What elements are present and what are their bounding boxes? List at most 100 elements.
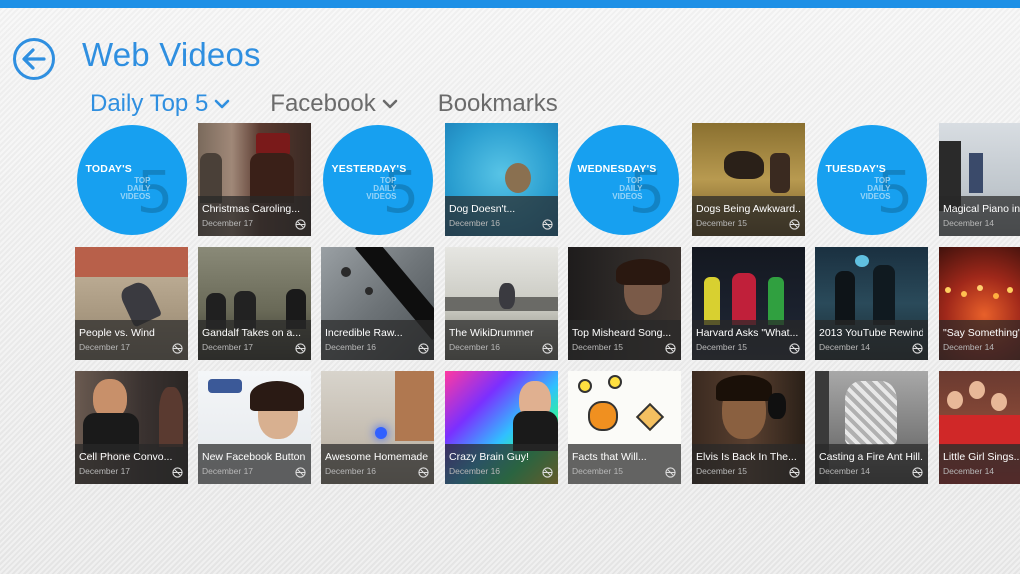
video-tile[interactable]: Harvard Asks "What... December 15 [692,247,805,360]
video-caption: Magical Piano in... December 14 [939,196,1020,236]
badge-day: TODAY'S [85,162,132,175]
video-tile[interactable]: Little Girl Sings... December 14 [939,371,1020,484]
globe-icon [542,219,553,230]
video-title: People vs. Wind [79,327,155,339]
top-five-today-tile[interactable]: 5 TODAY'S TOP DAILY VIDEOS [75,123,188,236]
video-date: December 15 [572,466,624,476]
globe-icon [172,467,183,478]
video-caption: Dog Doesn't... December 16 [445,196,558,236]
video-tile[interactable]: Elvis Is Back In The... December 15 [692,371,805,484]
chevron-down-icon [214,99,230,109]
globe-icon [295,467,306,478]
top-five-badge: 5 WEDNESDAY'S TOP DAILY VIDEOS [568,124,679,235]
video-title: Gandalf Takes on a... [202,327,302,339]
globe-icon [665,467,676,478]
globe-icon [418,467,429,478]
video-date: December 16 [449,218,501,228]
video-date: December 14 [819,466,871,476]
video-tile[interactable]: 2013 YouTube Rewind December 14 [815,247,928,360]
video-title: Christmas Caroling... [202,203,301,215]
video-caption: Incredible Raw... December 16 [321,320,434,360]
video-title: New Facebook Button! [202,451,306,463]
badge-subtitle: TOP DAILY VIDEOS [120,175,151,201]
video-date: December 15 [696,218,748,228]
nav-daily-top-5[interactable]: Daily Top 5 [90,90,230,118]
globe-icon [789,219,800,230]
top-accent-bar [0,0,1020,8]
video-caption: People vs. Wind December 17 [75,320,188,360]
nav-facebook[interactable]: Facebook [270,90,398,118]
video-caption: Casting a Fire Ant Hill... December 14 [815,444,928,484]
video-caption: Christmas Caroling... December 17 [198,196,311,236]
nav-label: Bookmarks [437,90,558,117]
globe-icon [542,467,553,478]
video-tile[interactable]: Awesome Homemade... December 16 [321,371,434,484]
video-tile[interactable]: Dogs Being Awkward... December 15 [692,123,805,236]
video-caption: Harvard Asks "What... December 15 [692,320,805,360]
top-five-wednesday-tile[interactable]: 5 WEDNESDAY'S TOP DAILY VIDEOS [567,123,680,236]
nav-bookmarks[interactable]: Bookmarks [438,90,558,118]
video-date: December 17 [79,342,131,352]
badge-subtitle: TOP DAILY VIDEOS [612,175,643,201]
video-grid: 5 TODAY'S TOP DAILY VIDEOS Christmas Car… [75,123,1020,485]
video-date: December 14 [819,342,871,352]
top-five-yesterday-tile[interactable]: 5 YESTERDAY'S TOP DAILY VIDEOS [321,123,434,236]
video-tile[interactable]: New Facebook Button! December 17 [198,371,311,484]
video-title: The WikiDrummer [449,327,534,339]
video-date: December 16 [449,342,501,352]
badge-day: YESTERDAY'S [331,162,407,175]
video-date: December 17 [79,466,131,476]
video-title: Dog Doesn't... [449,203,516,215]
video-caption: "Say Something" December 14 [939,320,1020,360]
video-tile[interactable]: Christmas Caroling... December 17 [198,123,311,236]
video-date: December 15 [696,342,748,352]
globe-icon [542,343,553,354]
globe-icon [789,343,800,354]
video-caption: Top Misheard Song... December 15 [568,320,681,360]
globe-icon [912,467,923,478]
video-date: December 17 [202,218,254,228]
video-title: Awesome Homemade... [325,451,429,463]
video-date: December 16 [325,466,377,476]
video-title: Facts that Will... [572,451,647,463]
top-five-badge: 5 TUESDAY'S TOP DAILY VIDEOS [816,124,927,235]
video-tile[interactable]: Casting a Fire Ant Hill... December 14 [815,371,928,484]
badge-day: TUESDAY'S [825,162,887,175]
video-tile[interactable]: Magical Piano in... December 14 [939,123,1020,236]
nav-label: Facebook [270,90,376,117]
video-title: Dogs Being Awkward... [696,203,800,215]
video-title: Elvis Is Back In The... [696,451,797,463]
video-title: Casting a Fire Ant Hill... [819,451,923,463]
page-title: Web Videos [82,36,261,73]
video-date: December 16 [325,342,377,352]
badge-subtitle: TOP DAILY VIDEOS [860,175,891,201]
back-button[interactable] [13,38,55,80]
chevron-down-icon [382,99,398,109]
category-nav: Daily Top 5 Facebook Bookmarks [90,88,598,120]
video-caption: Gandalf Takes on a... December 17 [198,320,311,360]
video-tile[interactable]: Facts that Will... December 15 [568,371,681,484]
globe-icon [912,343,923,354]
video-title: Crazy Brain Guy! [449,451,529,463]
video-tile[interactable]: Gandalf Takes on a... December 17 [198,247,311,360]
video-caption: New Facebook Button! December 17 [198,444,311,484]
video-tile[interactable]: Cell Phone Convo... December 17 [75,371,188,484]
video-date: December 14 [943,342,995,352]
top-five-tuesday-tile[interactable]: 5 TUESDAY'S TOP DAILY VIDEOS [815,123,928,236]
video-title: Incredible Raw... [325,327,403,339]
video-title: Top Misheard Song... [572,327,672,339]
globe-icon [789,467,800,478]
video-tile[interactable]: Crazy Brain Guy! December 16 [445,371,558,484]
video-tile[interactable]: Incredible Raw... December 16 [321,247,434,360]
video-caption: Cell Phone Convo... December 17 [75,444,188,484]
video-title: Little Girl Sings... [943,451,1020,463]
video-caption: The WikiDrummer December 16 [445,320,558,360]
video-caption: 2013 YouTube Rewind December 14 [815,320,928,360]
video-tile[interactable]: Top Misheard Song... December 15 [568,247,681,360]
video-tile[interactable]: People vs. Wind December 17 [75,247,188,360]
video-date: December 17 [202,466,254,476]
video-tile[interactable]: Dog Doesn't... December 16 [445,123,558,236]
video-title: Magical Piano in... [943,203,1020,215]
video-tile[interactable]: "Say Something" December 14 [939,247,1020,360]
video-tile[interactable]: The WikiDrummer December 16 [445,247,558,360]
